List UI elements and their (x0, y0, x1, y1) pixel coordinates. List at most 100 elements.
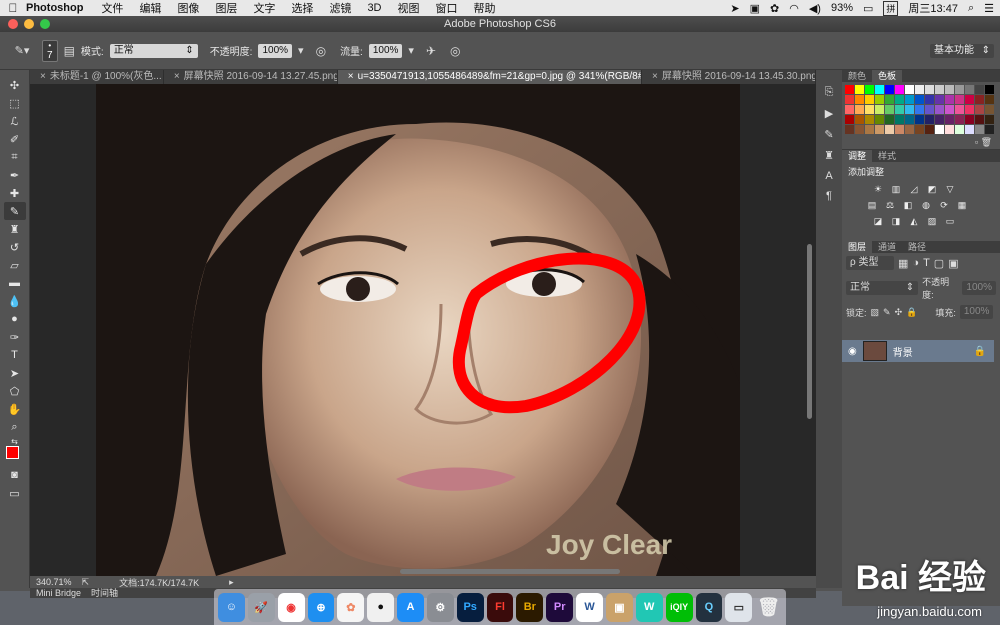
vibrance-icon[interactable]: ▽ (944, 184, 956, 194)
battery-icon[interactable]: ▭ (863, 2, 873, 15)
status-arrow-icon[interactable]: ▸ (229, 577, 234, 588)
preview-icon[interactable]: ▭ (725, 592, 753, 622)
menu-image[interactable]: 图像 (177, 0, 199, 16)
tab-styles[interactable]: 样式 (872, 150, 902, 162)
photoshop-dock-icon[interactable]: Ps (456, 592, 484, 622)
history-panel-icon[interactable]: ⎘ (825, 86, 834, 99)
posterize-icon[interactable]: ◨ (890, 216, 902, 226)
quick-select-tool-icon[interactable]: ✐ (4, 130, 26, 148)
filter-adjust-icon[interactable]: ◑ (912, 257, 919, 269)
blend-mode-select[interactable]: 正常 ⇕ (846, 281, 919, 295)
brush-tool-icon[interactable]: ✎ (3, 202, 26, 220)
volume-icon[interactable]: ◀) (809, 2, 821, 15)
path-select-tool-icon[interactable]: ➤ (4, 364, 26, 382)
wifi-icon[interactable]: ◠ (789, 2, 799, 15)
menu-edit[interactable]: 编辑 (139, 0, 161, 16)
tab-screenshot-1327[interactable]: × 屏幕快照 2016-09-14 13.27.45.png (164, 70, 338, 84)
lock-all-icon[interactable]: 🔒 (906, 307, 917, 318)
screen-icon[interactable]: ▣ (750, 2, 760, 15)
menu-help[interactable]: 帮助 (474, 0, 496, 16)
iqiyi-icon[interactable]: iQIY (665, 592, 693, 622)
vertical-scrollbar[interactable] (807, 244, 812, 419)
horizontal-scrollbar[interactable] (400, 569, 620, 574)
exposure-icon[interactable]: ◩ (926, 184, 938, 194)
portrait-photo[interactable]: Joy Clear (96, 84, 740, 576)
tab-mini-bridge[interactable]: Mini Bridge (36, 588, 81, 598)
type-tool-icon[interactable]: T (4, 346, 26, 364)
quick-mask-icon[interactable]: ◙ (4, 466, 26, 484)
bridge-icon[interactable]: Br (516, 592, 544, 622)
launchpad-icon[interactable]: 🚀 (247, 592, 275, 622)
opacity-dropdown-icon[interactable]: ▾ (298, 44, 304, 57)
fill-input[interactable]: 100% (959, 305, 994, 319)
mode-select[interactable]: 正常 ⇕ (109, 43, 198, 58)
channel-mixer-icon[interactable]: ⟳ (938, 200, 950, 210)
tab-active-jpg[interactable]: × u=3350471913,1055486489&fm=21&gp=0.jpg … (337, 70, 643, 84)
minimize-button[interactable] (24, 19, 34, 29)
opacity-input[interactable]: 100% (258, 43, 293, 58)
foreground-color[interactable] (5, 446, 19, 459)
search-icon[interactable]: ⌕ (968, 2, 974, 15)
canvas-area[interactable]: Joy Clear (30, 84, 816, 576)
lasso-tool-icon[interactable]: ℒ (4, 112, 26, 130)
photo-filter-icon[interactable]: ◍ (920, 200, 932, 210)
curves-icon[interactable]: ◿ (908, 184, 920, 194)
blur-tool-icon[interactable]: 💧 (4, 292, 26, 310)
invert-icon[interactable]: ◪ (872, 216, 884, 226)
healing-tool-icon[interactable]: ✚ (4, 184, 26, 202)
notification-icon[interactable]: ☰ (984, 2, 994, 15)
quicktime-icon[interactable]: Q (695, 592, 723, 622)
menu-layer[interactable]: 图层 (215, 0, 237, 16)
premiere-icon[interactable]: Pr (546, 592, 574, 622)
marquee-tool-icon[interactable]: ⬚ (4, 94, 26, 112)
gradient-tool-icon[interactable]: ▬ (4, 274, 26, 292)
filter-type-icon[interactable]: T (923, 257, 930, 269)
archive-icon[interactable]: ▣ (605, 592, 633, 622)
brush-tool-preset-icon[interactable]: ✎▾ (8, 44, 36, 57)
word-icon[interactable]: W (576, 592, 603, 622)
pressure-size-icon[interactable]: ◎ (450, 44, 460, 58)
eraser-tool-icon[interactable]: ▱ (4, 256, 26, 274)
airbrush-icon[interactable]: ✈ (426, 44, 436, 58)
threshold-icon[interactable]: ◭ (908, 216, 920, 226)
layer-kind-filter[interactable]: ρ 类型 (846, 256, 894, 270)
swap-colors-icon[interactable]: ⇆ (4, 436, 26, 446)
menu-filter[interactable]: 滤镜 (329, 0, 351, 16)
swatch-grid[interactable] (842, 82, 1000, 137)
tab-screenshot-1345[interactable]: × 屏幕快照 2016-09-14 13.45.30.png (642, 70, 816, 84)
color-balance-icon[interactable]: ⚖ (884, 200, 896, 210)
flow-input[interactable]: 100% (368, 43, 403, 58)
brush-size-picker[interactable]: • 7 (42, 39, 58, 62)
tab-color[interactable]: 颜色 (842, 70, 872, 82)
pen-tool-icon[interactable]: ✑ (4, 328, 26, 346)
hue-sat-icon[interactable]: ▤ (866, 200, 878, 210)
flow-dropdown-icon[interactable]: ▾ (408, 44, 414, 57)
layer-name[interactable]: 背景 (893, 344, 913, 359)
hand-tool-icon[interactable]: ✋ (4, 400, 26, 418)
screen-mode-icon[interactable]: ▭ (4, 484, 26, 502)
tab-untitled[interactable]: × 未标题-1 @ 100%(灰色... (30, 70, 164, 84)
layer-opacity-input[interactable]: 100% (962, 281, 996, 295)
flash-icon[interactable]: Fl (486, 592, 514, 622)
system-prefs-icon[interactable]: ⚙ (426, 592, 454, 622)
zoom-level[interactable]: 340.71% (36, 577, 72, 587)
menu-window[interactable]: 窗口 (436, 0, 458, 16)
character-panel-icon[interactable]: A (825, 170, 832, 182)
color-swatches[interactable] (4, 446, 26, 466)
paragraph-panel-icon[interactable]: ¶ (826, 190, 832, 202)
app-menu[interactable]: Photoshop (26, 2, 83, 14)
tab-timeline[interactable]: 时间轴 (91, 588, 118, 598)
menu-select[interactable]: 选择 (291, 0, 313, 16)
menu-type[interactable]: 文字 (253, 0, 275, 16)
tab-layers[interactable]: 图层 (842, 241, 873, 253)
actions-panel-icon[interactable]: ▶ (825, 107, 833, 120)
clone-source-icon[interactable]: ♜ (824, 149, 834, 162)
tab-adjustments[interactable]: 调整 (842, 150, 873, 162)
maximize-button[interactable] (40, 19, 50, 29)
brush-panel-icon[interactable]: ▤ (64, 44, 75, 58)
filter-shape-icon[interactable]: ▢ (934, 257, 944, 270)
battery-percent[interactable]: 93% (831, 2, 853, 14)
shape-tool-icon[interactable]: ⬠ (4, 382, 26, 400)
menu-view[interactable]: 视图 (398, 0, 420, 16)
tab-swatches[interactable]: 色板 (872, 70, 903, 82)
